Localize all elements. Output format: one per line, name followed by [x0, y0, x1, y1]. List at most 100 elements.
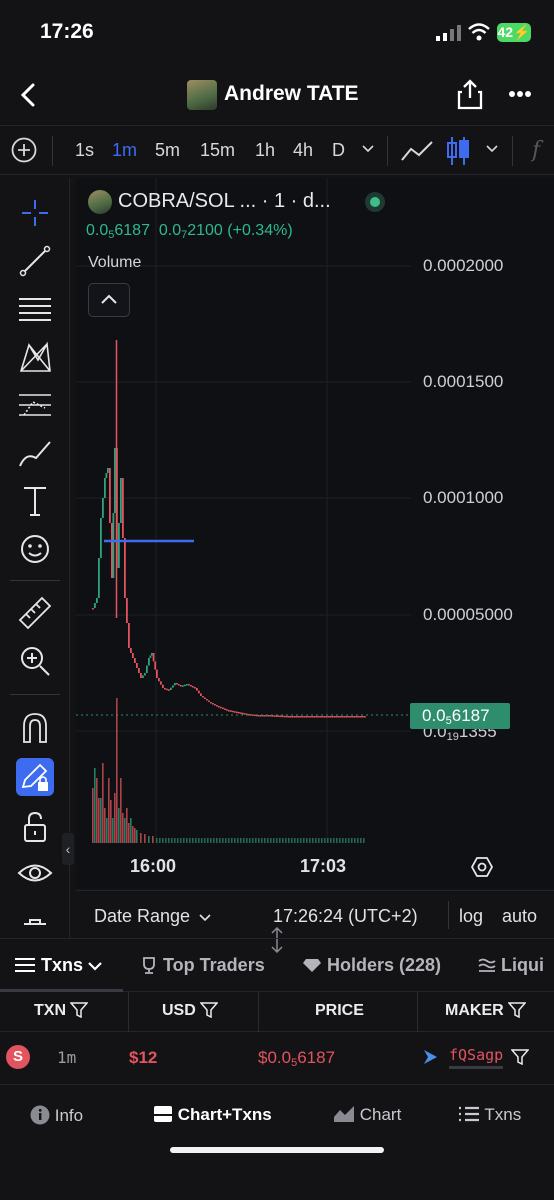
candle — [105, 473, 108, 478]
col-maker[interactable]: MAKER — [445, 1002, 527, 1020]
nav-chart[interactable]: Chart — [333, 1105, 401, 1125]
prediction-tool[interactable] — [16, 386, 54, 424]
lock-tool[interactable] — [16, 808, 54, 846]
col-txn[interactable]: TXN — [34, 1002, 90, 1020]
tab-top-traders[interactable]: Top Traders — [140, 955, 265, 976]
text-tool[interactable] — [16, 482, 54, 520]
volume-bar — [171, 838, 173, 843]
timeframe-4h[interactable]: 4h — [293, 140, 313, 161]
zoom-tool[interactable] — [16, 642, 54, 680]
tab-txns[interactable]: Txns — [14, 955, 102, 976]
candle — [172, 685, 174, 688]
more-icon[interactable] — [508, 90, 532, 98]
smiley-icon — [21, 535, 49, 563]
volume-bar — [162, 838, 164, 843]
candle — [244, 713, 246, 715]
pattern-icon — [19, 341, 51, 372]
candle — [318, 716, 320, 718]
timeframe-d[interactable]: D — [332, 140, 345, 161]
trash-icon — [24, 919, 46, 925]
y-tick: 0.00005000 — [423, 605, 513, 624]
candle — [248, 714, 250, 716]
collapse-legend-button[interactable] — [88, 283, 130, 317]
tab-holders[interactable]: Holders (228) — [302, 955, 441, 976]
visibility-tool[interactable] — [16, 856, 54, 894]
trend-line-tool[interactable] — [16, 242, 54, 280]
pattern-tool[interactable] — [16, 338, 54, 376]
volume-bar — [309, 838, 311, 843]
timeframe-15m[interactable]: 15m — [200, 140, 235, 161]
timeframe-1h[interactable]: 1h — [255, 140, 275, 161]
volume-bar — [174, 838, 176, 843]
candle — [280, 715, 282, 718]
crosshair-tool[interactable] — [16, 194, 54, 232]
volume-bar — [120, 778, 122, 843]
volume-bar — [216, 838, 218, 843]
delete-tool[interactable] — [16, 908, 54, 938]
candle — [338, 716, 340, 718]
volume-bar — [294, 838, 296, 843]
back-icon[interactable] — [14, 80, 44, 110]
add-indicator-icon[interactable] — [11, 137, 37, 163]
emoji-tool[interactable] — [16, 530, 54, 568]
candle — [240, 712, 242, 714]
timeframe-1s[interactable]: 1s — [75, 140, 94, 161]
maker-address[interactable]: fQSagp — [449, 1046, 504, 1069]
chart-clock[interactable]: 17:26:24 (UTC+2) — [273, 906, 418, 927]
share-icon[interactable] — [456, 78, 484, 110]
candle — [136, 663, 138, 668]
nav-chart-txns[interactable]: Chart+Txns — [153, 1105, 272, 1125]
col-price[interactable]: PRICE — [315, 1002, 364, 1020]
toolbar-collapse-handle[interactable]: ‹ — [62, 833, 74, 865]
line-chart-icon[interactable] — [400, 139, 434, 163]
candle — [138, 668, 140, 673]
timeframe-5m[interactable]: 5m — [155, 140, 180, 161]
candle — [162, 684, 164, 688]
nav-info[interactable]: Info — [30, 1105, 83, 1126]
nav-txns-label: Txns — [484, 1105, 522, 1124]
volume-bar — [128, 823, 130, 843]
timeframe-1m[interactable]: 1m — [112, 140, 137, 161]
price-chart[interactable] — [76, 178, 554, 888]
candle — [344, 716, 346, 718]
candle — [210, 702, 212, 704]
fx-icon[interactable]: f — [532, 138, 540, 163]
volume-bar — [342, 838, 344, 843]
candle — [142, 675, 144, 678]
fib-tool[interactable] — [16, 290, 54, 328]
col-usd[interactable]: USD — [162, 1002, 219, 1020]
lock-drawing-tool[interactable] — [16, 758, 54, 796]
ruler-icon — [18, 596, 52, 630]
candles-icon[interactable] — [446, 135, 470, 167]
eye-icon — [17, 864, 53, 882]
candle — [300, 716, 302, 718]
chevron-down-icon[interactable] — [362, 145, 374, 153]
candle — [168, 689, 170, 691]
candle — [254, 714, 256, 717]
volume-bar — [148, 836, 150, 843]
date-range-button[interactable]: Date Range — [94, 906, 211, 927]
measure-tool[interactable] — [16, 594, 54, 632]
candle — [324, 716, 326, 718]
log-toggle[interactable]: log — [459, 906, 483, 927]
tab-liquidity[interactable]: Liqui — [478, 955, 554, 976]
filter-icon[interactable] — [511, 1049, 529, 1065]
nav-txns[interactable]: Txns — [458, 1105, 521, 1125]
brush-tool[interactable] — [16, 434, 54, 472]
candle — [258, 715, 260, 717]
prediction-icon — [19, 394, 51, 416]
chart-settings-icon[interactable] — [470, 855, 494, 879]
pair-label[interactable]: COBRA/SOL ... · 1 · d... — [118, 190, 331, 213]
table-row[interactable]: S 1m $12 $0.056187 fQSagp — [0, 1032, 554, 1082]
chevron-down-icon[interactable] — [486, 145, 498, 153]
auto-toggle[interactable]: auto — [502, 906, 537, 927]
trophy-icon — [143, 957, 155, 974]
magnet-tool[interactable] — [16, 708, 54, 746]
divider — [258, 992, 259, 1032]
volume-bar — [112, 818, 114, 843]
volume-bar — [345, 838, 347, 843]
volume-bar — [363, 838, 365, 843]
candle — [310, 716, 312, 718]
candle — [176, 683, 178, 685]
volume-bar — [94, 768, 96, 843]
